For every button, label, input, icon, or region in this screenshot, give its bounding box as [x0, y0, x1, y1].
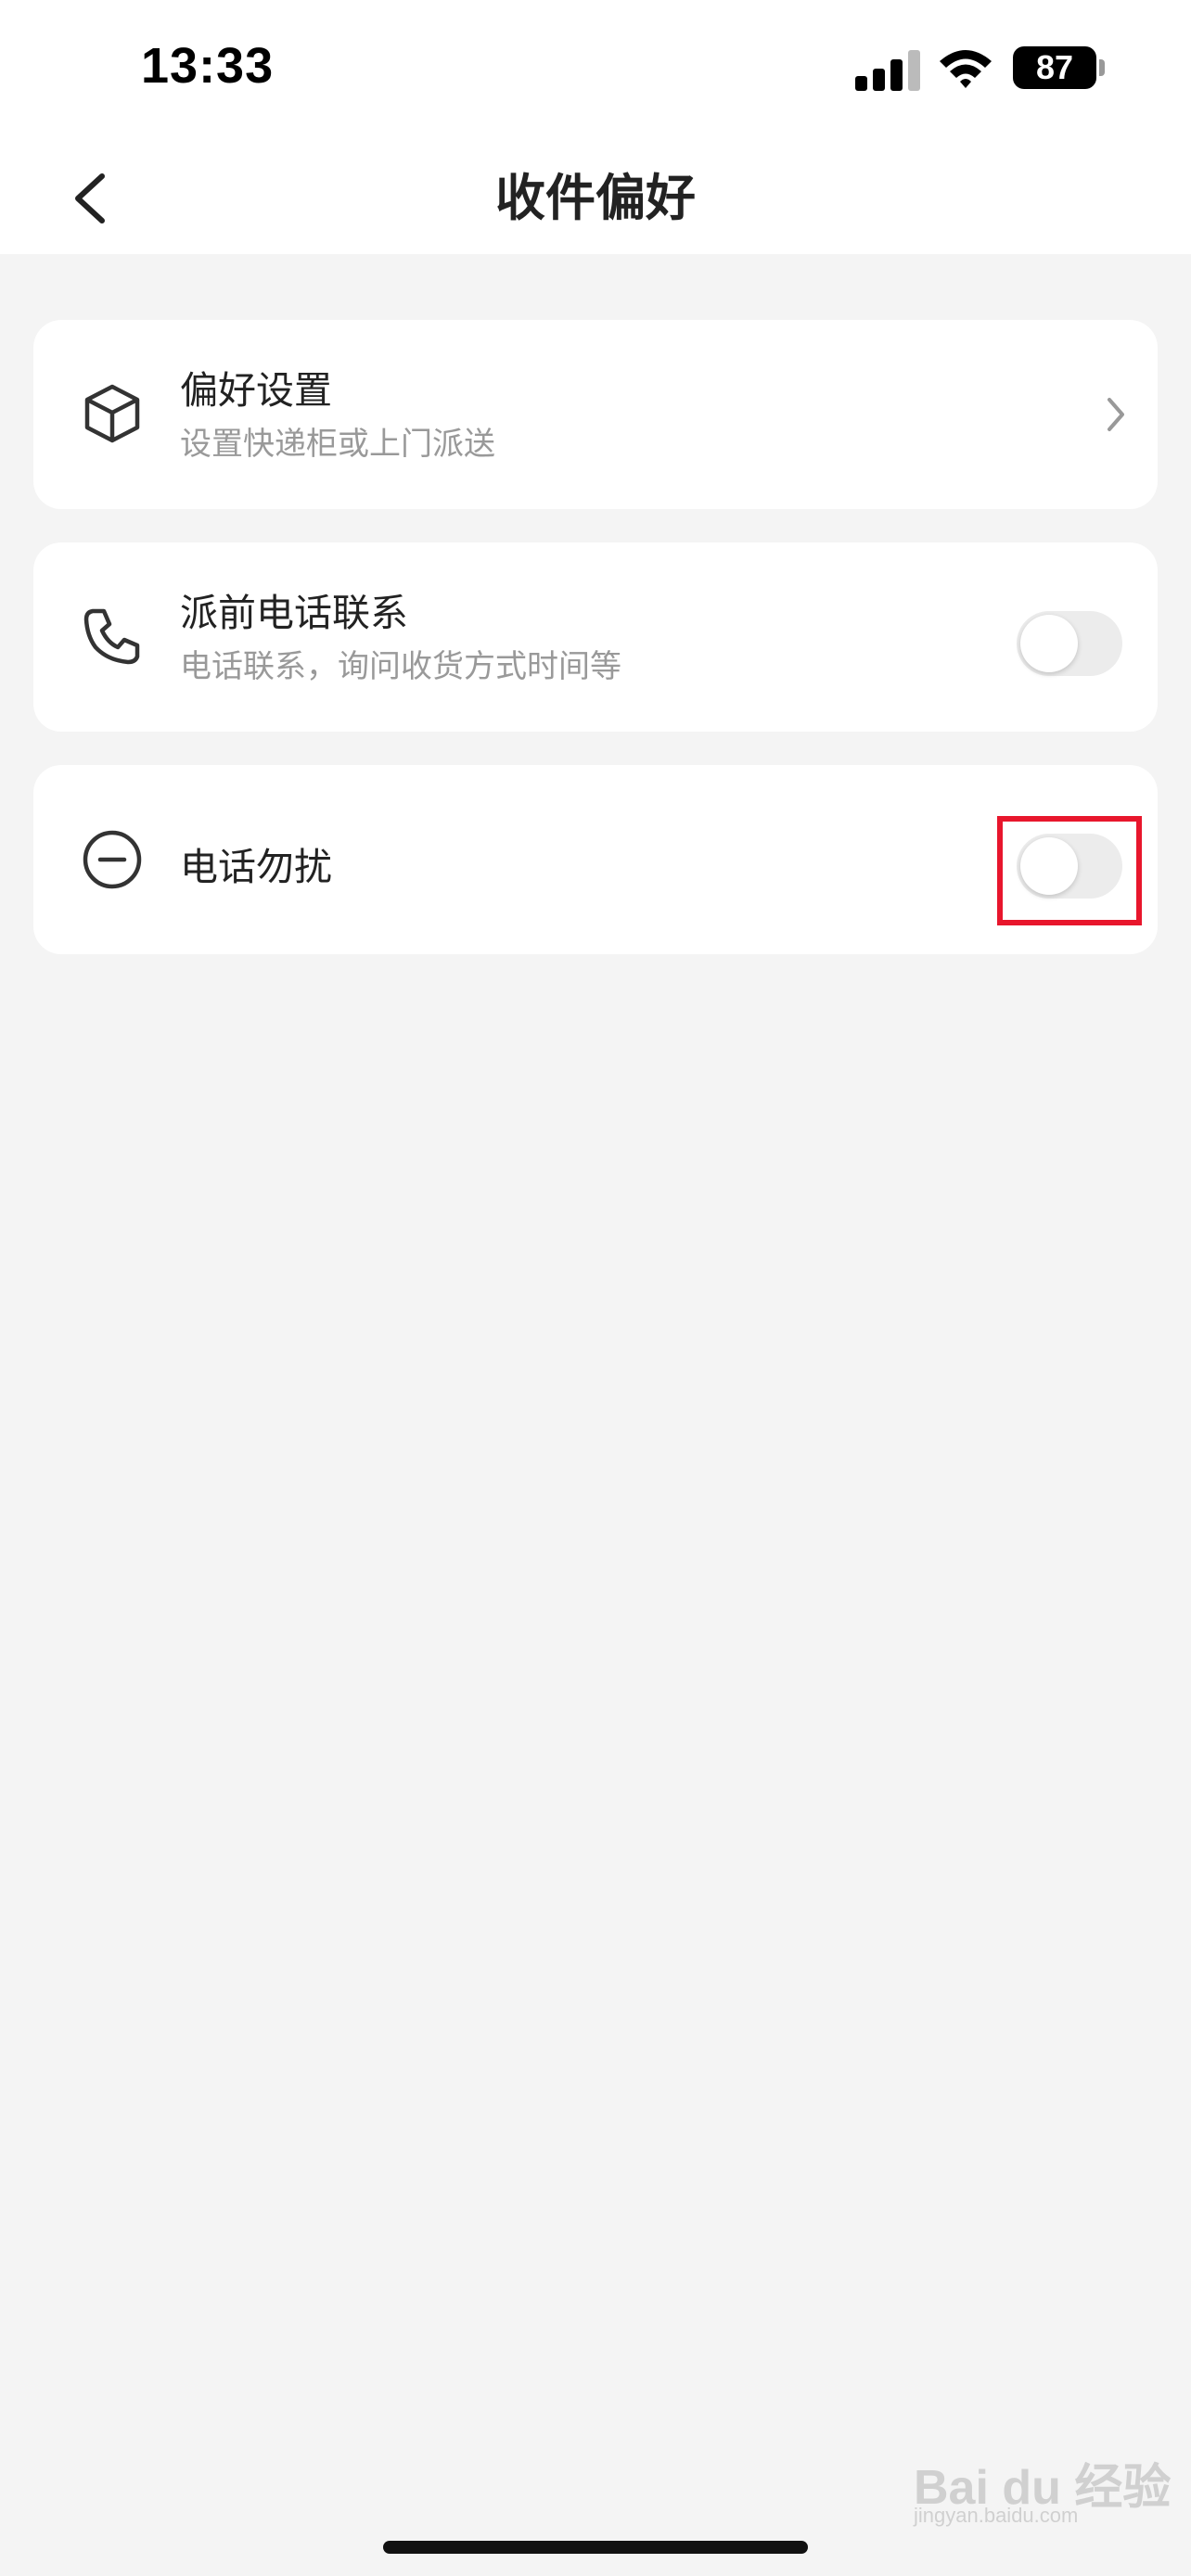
row-title: 偏好设置 — [180, 368, 332, 413]
minus-circle-icon — [83, 830, 142, 889]
page-title: 收件偏好 — [495, 169, 696, 227]
home-indicator[interactable] — [383, 2541, 808, 2554]
row-subtitle: 设置快递柜或上门派送 — [180, 426, 495, 463]
status-bar: 13:33 87 — [0, 0, 1191, 139]
row-title: 派前电话联系 — [180, 591, 408, 635]
do-not-disturb-row: 电话勿扰 — [33, 765, 1158, 954]
screen: 13:33 87 收件偏好 偏好设置 设置快递柜或上门派送 派前电话联系 电话联… — [0, 0, 1191, 2576]
wifi-icon — [940, 50, 992, 88]
phone-icon — [83, 608, 140, 665]
nav-bar: 收件偏好 — [0, 139, 1191, 254]
chevron-right-icon — [1108, 398, 1124, 431]
battery-icon: 87 — [1013, 46, 1096, 89]
row-subtitle: 电话联系，询问收货方式时间等 — [180, 648, 621, 685]
toggle-knob — [1020, 615, 1078, 672]
battery-cap — [1099, 59, 1105, 76]
pre-delivery-call-toggle[interactable] — [1017, 611, 1122, 676]
preference-settings-row[interactable]: 偏好设置 设置快递柜或上门派送 — [33, 320, 1158, 509]
watermark-site: jingyan.baidu.com — [914, 2504, 1079, 2527]
row-title: 电话勿扰 — [180, 845, 332, 889]
highlight-box — [997, 816, 1142, 925]
pre-delivery-call-row: 派前电话联系 电话联系，询问收货方式时间等 — [33, 542, 1158, 732]
status-time: 13:33 — [141, 38, 275, 94]
box-icon — [84, 384, 140, 443]
signal-icon — [855, 48, 920, 91]
